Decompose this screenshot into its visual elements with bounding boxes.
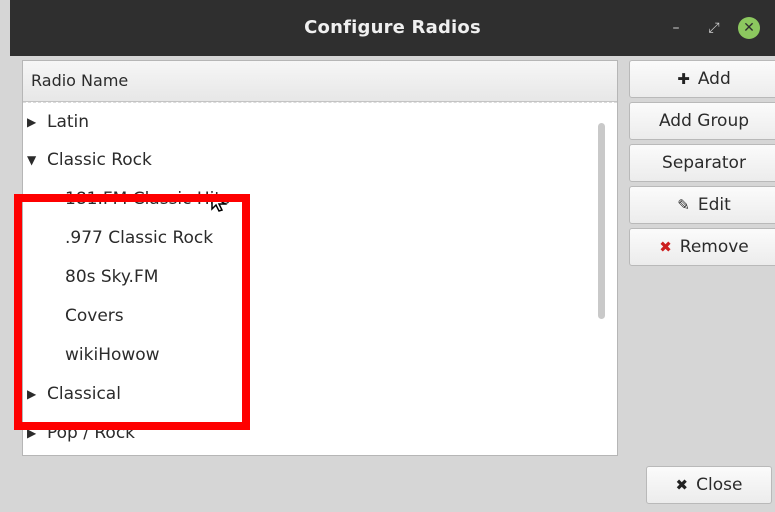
separator-button[interactable]: Separator xyxy=(629,144,775,182)
expander-collapsed-icon[interactable]: ▶ xyxy=(27,103,41,141)
tree-row-latin[interactable]: ▶ Latin xyxy=(23,103,603,141)
tree-row-label: Latin xyxy=(47,112,90,132)
tree-row-label: Pop / Rock xyxy=(47,423,136,443)
tree-row-label: 181.FM Classic Hits xyxy=(65,189,230,209)
tree-row-label: wikiHowow xyxy=(65,345,160,365)
edit-button[interactable]: ✎ Edit xyxy=(629,186,775,224)
separator-button-label: Separator xyxy=(662,153,746,173)
add-group-button[interactable]: Add Group xyxy=(629,102,775,140)
close-button-label: Close xyxy=(696,475,743,495)
tree-body: ▶ Latin ▼ Classic Rock 181.FM Classic Hi… xyxy=(23,102,617,456)
column-header-label: Radio Name xyxy=(31,71,129,90)
tree-row-977-classic-rock[interactable]: .977 Classic Rock xyxy=(23,219,603,257)
radio-tree[interactable]: Radio Name ▶ Latin ▼ Classic Rock 181.FM… xyxy=(22,60,618,456)
maximize-button[interactable]: ⤢ xyxy=(704,18,724,38)
pencil-icon: ✎ xyxy=(677,196,690,214)
add-button[interactable]: ✚ Add xyxy=(629,60,775,98)
tree-row-classic-rock[interactable]: ▼ Classic Rock xyxy=(23,141,603,179)
remove-button[interactable]: ✖ Remove xyxy=(629,228,775,266)
mouse-pointer-icon xyxy=(211,193,228,212)
plus-icon: ✚ xyxy=(677,70,690,88)
add-group-button-label: Add Group xyxy=(658,111,750,131)
expander-collapsed-icon[interactable]: ▶ xyxy=(27,414,41,452)
tree-row-classical[interactable]: ▶ Classical xyxy=(23,375,603,413)
x-icon: ✖ xyxy=(675,476,689,494)
tree-row-label: .977 Classic Rock xyxy=(65,228,214,248)
add-button-label: Add xyxy=(697,69,731,89)
tree-row-covers[interactable]: Covers xyxy=(23,297,603,335)
remove-button-label: Remove xyxy=(679,237,749,257)
minimize-button[interactable]: – xyxy=(666,18,686,38)
vertical-scrollbar[interactable] xyxy=(598,123,605,319)
tree-row-80s-skyfm[interactable]: 80s Sky.FM xyxy=(23,258,603,296)
close-window-button[interactable]: ✕ xyxy=(738,17,760,39)
tree-row-label: Classical xyxy=(47,384,121,404)
tree-row-wikihowow[interactable]: wikiHowow xyxy=(23,336,603,374)
dialog-body: Radio Name ▶ Latin ▼ Classic Rock 181.FM… xyxy=(10,56,775,512)
column-header-radio-name[interactable]: Radio Name xyxy=(23,61,617,102)
window-title: Configure Radios xyxy=(304,17,481,38)
tree-row-label: Classic Rock xyxy=(47,150,152,170)
window-titlebar: Configure Radios – ⤢ ✕ xyxy=(10,0,775,56)
edit-button-label: Edit xyxy=(697,195,731,215)
expander-collapsed-icon[interactable]: ▶ xyxy=(27,375,41,413)
red-x-icon: ✖ xyxy=(659,238,672,256)
tree-row-pop-rock[interactable]: ▶ Pop / Rock xyxy=(23,414,603,452)
tree-row-label: Covers xyxy=(65,306,124,326)
tree-row-181fm-classic-hits[interactable]: 181.FM Classic Hits xyxy=(23,180,603,218)
expander-expanded-icon[interactable]: ▼ xyxy=(27,141,41,179)
close-button[interactable]: ✖ Close xyxy=(646,466,772,504)
tree-row-label: 80s Sky.FM xyxy=(65,267,159,287)
